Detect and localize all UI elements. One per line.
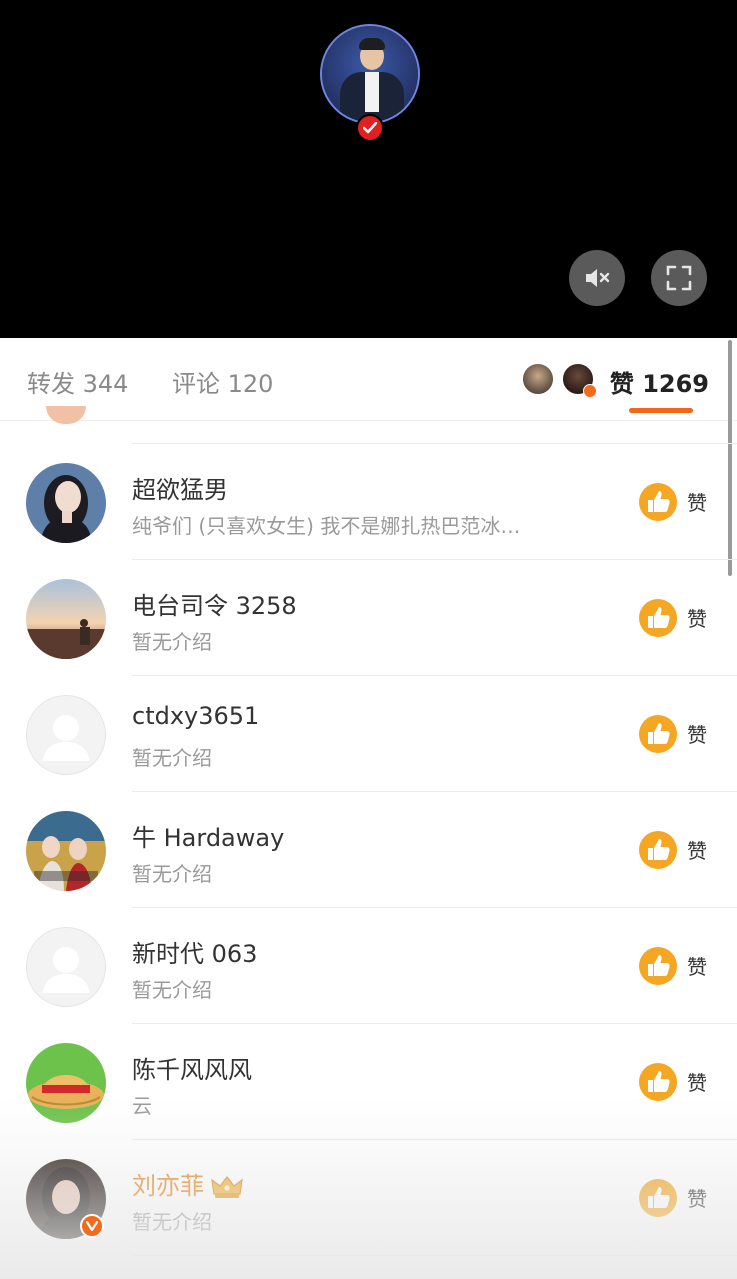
mute-icon [586, 269, 610, 287]
list-item[interactable]: 电台司令 3258 暂无介绍 赞 [0, 560, 737, 676]
verified-badge-icon [80, 1214, 104, 1238]
thumbs-up-icon[interactable] [638, 1062, 678, 1102]
like-label[interactable]: 赞 [687, 951, 707, 980]
verified-check-icon [356, 114, 384, 142]
fullscreen-button[interactable] [651, 250, 707, 306]
list-item[interactable]: 超欲猛男 纯爷们 (只喜欢女生) 我不是娜扎热巴范冰… 赞 [0, 444, 737, 560]
avatar[interactable] [26, 579, 106, 659]
user-name[interactable]: 超欲猛男 [132, 470, 228, 505]
active-tab-indicator [629, 408, 693, 413]
thumbs-up-icon[interactable] [638, 482, 678, 522]
thumbs-up-icon[interactable] [638, 946, 678, 986]
liker-avatar-preview [521, 362, 555, 396]
like-label[interactable]: 赞 [687, 719, 707, 748]
thumbs-up-icon[interactable] [638, 714, 678, 754]
user-name[interactable]: 电台司令 3258 [132, 586, 297, 621]
video-player[interactable] [0, 0, 737, 338]
like-label[interactable]: 赞 [687, 603, 707, 632]
user-bio: 暂无介绍 [132, 862, 212, 886]
thumbs-up-icon[interactable] [638, 1178, 678, 1218]
live-host-avatar[interactable] [320, 24, 420, 124]
list-item[interactable]: ctdxy3651 暂无介绍 赞 [0, 676, 737, 792]
fullscreen-icon [666, 265, 692, 291]
list-item[interactable]: 新时代 063 暂无介绍 赞 [0, 908, 737, 1024]
like-label[interactable]: 赞 [687, 835, 707, 864]
list-item-partial [46, 406, 737, 444]
user-name[interactable]: 陈千风风风 [132, 1050, 252, 1085]
verified-badge-icon [583, 384, 597, 398]
avatar[interactable] [26, 811, 106, 891]
avatar[interactable] [26, 1043, 106, 1123]
default-avatar-icon[interactable] [26, 695, 106, 775]
crown-icon [211, 1176, 243, 1198]
thumbs-up-icon[interactable] [638, 830, 678, 870]
like-label[interactable]: 赞 [687, 1183, 707, 1212]
likes-list: 超欲猛男 纯爷们 (只喜欢女生) 我不是娜扎热巴范冰… 赞 电台司令 3258 … [0, 406, 737, 1256]
tab-repost[interactable]: 转发 344 [27, 364, 128, 399]
list-item[interactable]: 刘亦菲 暂无介绍 赞 [0, 1140, 737, 1256]
user-bio: 云 [132, 1094, 152, 1118]
user-name[interactable]: 牛 Hardaway [132, 818, 284, 853]
user-bio: 暂无介绍 [132, 630, 212, 654]
tab-like[interactable]: 赞 1269 [610, 364, 709, 399]
user-bio: 暂无介绍 [132, 978, 212, 1002]
mute-button[interactable] [569, 250, 625, 306]
user-name[interactable]: 刘亦菲 [132, 1166, 244, 1201]
thumbs-up-icon[interactable] [638, 598, 678, 638]
avatar[interactable] [26, 463, 106, 543]
engagement-tabs: 转发 344 评论 120 赞 1269 [0, 338, 737, 421]
user-bio: 暂无介绍 [132, 746, 212, 770]
user-name[interactable]: ctdxy3651 [132, 702, 259, 730]
list-item[interactable]: 牛 Hardaway 暂无介绍 赞 [0, 792, 737, 908]
user-bio: 纯爷们 (只喜欢女生) 我不是娜扎热巴范冰… [132, 514, 521, 538]
user-bio: 暂无介绍 [132, 1210, 212, 1234]
default-avatar-icon[interactable] [26, 927, 106, 1007]
like-label[interactable]: 赞 [687, 1067, 707, 1096]
user-name[interactable]: 新时代 063 [132, 934, 257, 969]
tab-comment[interactable]: 评论 120 [172, 364, 273, 399]
like-label[interactable]: 赞 [687, 487, 707, 516]
list-item[interactable]: 陈千风风风 云 赞 [0, 1024, 737, 1140]
